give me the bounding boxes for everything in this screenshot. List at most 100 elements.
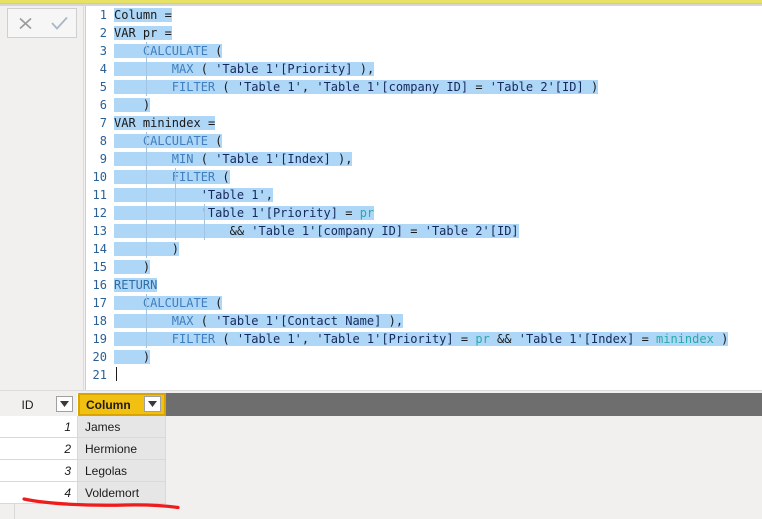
code-line[interactable]: 19 FILTER ( 'Table 1', 'Table 1'[Priorit… <box>86 330 762 348</box>
line-number: 12 <box>92 206 107 220</box>
selection-highlight: FILTER ( 'Table 1', 'Table 1'[Priority] … <box>114 332 729 346</box>
code-line-text[interactable]: ) <box>112 258 762 276</box>
code-line[interactable]: 17 CALCULATE ( <box>86 294 762 312</box>
code-line-text[interactable]: && 'Table 1'[company ID] = 'Table 2'[ID] <box>112 222 762 240</box>
chevron-down-icon[interactable] <box>144 396 161 412</box>
code-line[interactable]: 2 VAR pr = <box>86 24 762 42</box>
code-line-text[interactable]: MAX ( 'Table 1'[Priority] ), <box>112 60 762 78</box>
table-row[interactable]: 3 Legolas <box>0 460 762 482</box>
line-number: 21 <box>92 368 107 382</box>
code-line-text[interactable]: VAR pr = <box>112 24 762 42</box>
code-line[interactable]: 21 <box>86 366 762 384</box>
selection-highlight: 'Table 1', <box>114 188 273 202</box>
code-line[interactable]: 5 FILTER ( 'Table 1', 'Table 1'[company … <box>86 78 762 96</box>
text-caret <box>116 367 117 381</box>
line-number: 16 <box>92 278 107 292</box>
table-cell-column[interactable]: Legolas <box>78 460 166 482</box>
code-line-text[interactable]: ) <box>112 240 762 258</box>
code-line[interactable]: 1 Column = <box>86 6 762 24</box>
code-line[interactable]: 13 && 'Table 1'[company ID] = 'Table 2'[… <box>86 222 762 240</box>
selection-highlight: FILTER ( <box>114 170 230 184</box>
data-preview-grid: ID Column 1 James 2 Hermione 3 Legolas 4 Voldemo… <box>0 393 762 519</box>
code-line-text[interactable] <box>112 366 762 384</box>
line-number: 6 <box>99 98 107 112</box>
line-number: 11 <box>92 188 107 202</box>
indent-guide <box>203 204 205 240</box>
table-row[interactable]: 4 Voldemort <box>0 482 762 504</box>
table-row[interactable]: 2 Hermione <box>0 438 762 460</box>
code-line[interactable]: 15 ) <box>86 258 762 276</box>
selection-highlight: MAX ( 'Table 1'[Priority] ), <box>114 62 375 76</box>
indent-guide <box>145 294 147 348</box>
code-line-text[interactable]: Column = <box>112 6 762 24</box>
line-number: 20 <box>92 350 107 364</box>
table-cell-column[interactable]: Voldemort <box>78 482 166 504</box>
code-line[interactable]: 20 ) <box>86 348 762 366</box>
code-line-text[interactable]: CALCULATE ( <box>112 132 762 150</box>
code-line-text[interactable]: ) <box>112 348 762 366</box>
code-line-text[interactable]: CALCULATE ( <box>112 42 762 60</box>
table-cell-id[interactable]: 1 <box>0 416 78 438</box>
code-line-text[interactable]: FILTER ( <box>112 168 762 186</box>
code-line[interactable]: 7 VAR minindex = <box>86 114 762 132</box>
line-number: 10 <box>92 170 107 184</box>
code-line[interactable]: 10 FILTER ( <box>86 168 762 186</box>
code-line-text[interactable]: MAX ( 'Table 1'[Contact Name] ), <box>112 312 762 330</box>
grid-tail <box>0 504 762 519</box>
line-number: 9 <box>99 152 107 166</box>
code-line[interactable]: 18 MAX ( 'Table 1'[Contact Name] ), <box>86 312 762 330</box>
code-line[interactable]: 11 'Table 1', <box>86 186 762 204</box>
code-line[interactable]: 16 RETURN <box>86 276 762 294</box>
indent-guide <box>174 168 176 240</box>
grid-body: 1 James 2 Hermione 3 Legolas 4 Voldemort <box>0 416 762 504</box>
code-line[interactable]: 6 ) <box>86 96 762 114</box>
power-bi-dax-editor-window: 1 Column = 2 VAR pr = 3 CALCULATE (4 MAX ( '… <box>0 0 762 519</box>
selection-highlight: MIN ( 'Table 1'[Index] ), <box>114 152 353 166</box>
table-cell-id[interactable]: 4 <box>0 482 78 504</box>
chevron-down-icon[interactable] <box>56 396 73 412</box>
code-line-text[interactable]: MIN ( 'Table 1'[Index] ), <box>112 150 762 168</box>
code-line-text[interactable]: 'Table 1'[Priority] = pr <box>112 204 762 222</box>
code-line[interactable]: 14 ) <box>86 240 762 258</box>
checkmark-icon[interactable] <box>46 10 72 36</box>
formula-bar-region: 1 Column = 2 VAR pr = 3 CALCULATE (4 MAX ( '… <box>0 6 762 390</box>
code-line-text[interactable]: VAR minindex = <box>112 114 762 132</box>
table-row[interactable]: 1 James <box>0 416 762 438</box>
line-number: 8 <box>99 134 107 148</box>
indent-guide <box>145 42 147 96</box>
line-number: 2 <box>99 26 107 40</box>
cancel-icon[interactable] <box>12 10 38 36</box>
grid-column-header-id[interactable]: ID <box>0 393 78 416</box>
code-line[interactable]: 3 CALCULATE ( <box>86 42 762 60</box>
grid-column-header-column[interactable]: Column <box>78 393 166 416</box>
table-cell-column[interactable]: Hermione <box>78 438 166 460</box>
line-number: 15 <box>92 260 107 274</box>
code-line[interactable]: 12 'Table 1'[Priority] = pr <box>86 204 762 222</box>
selection-highlight: MAX ( 'Table 1'[Contact Name] ), <box>114 314 404 328</box>
selection-highlight: ) <box>114 260 151 274</box>
code-line-text[interactable]: 'Table 1', <box>112 186 762 204</box>
line-number: 5 <box>99 80 107 94</box>
grid-header-row: ID Column <box>0 393 762 416</box>
line-number: 4 <box>99 62 107 76</box>
code-line[interactable]: 8 CALCULATE ( <box>86 132 762 150</box>
code-line-text[interactable]: CALCULATE ( <box>112 294 762 312</box>
selection-highlight: RETURN <box>114 278 158 292</box>
line-number: 1 <box>99 8 107 22</box>
table-cell-column[interactable]: James <box>78 416 166 438</box>
selection-highlight: CALCULATE ( <box>114 44 223 58</box>
code-line[interactable]: 4 MAX ( 'Table 1'[Priority] ), <box>86 60 762 78</box>
line-number: 19 <box>92 332 107 346</box>
commit-button-group <box>7 8 77 38</box>
code-area[interactable]: 1 Column = 2 VAR pr = 3 CALCULATE (4 MAX ( '… <box>86 6 762 384</box>
dax-code-editor[interactable]: 1 Column = 2 VAR pr = 3 CALCULATE (4 MAX ( '… <box>85 6 762 390</box>
commit-panel <box>0 6 84 390</box>
code-line-text[interactable]: FILTER ( 'Table 1', 'Table 1'[Priority] … <box>112 330 762 348</box>
code-line-text[interactable]: ) <box>112 96 762 114</box>
code-line-text[interactable]: FILTER ( 'Table 1', 'Table 1'[company ID… <box>112 78 762 96</box>
line-number: 18 <box>92 314 107 328</box>
code-line[interactable]: 9 MIN ( 'Table 1'[Index] ), <box>86 150 762 168</box>
table-cell-id[interactable]: 3 <box>0 460 78 482</box>
table-cell-id[interactable]: 2 <box>0 438 78 460</box>
code-line-text[interactable]: RETURN <box>112 276 762 294</box>
